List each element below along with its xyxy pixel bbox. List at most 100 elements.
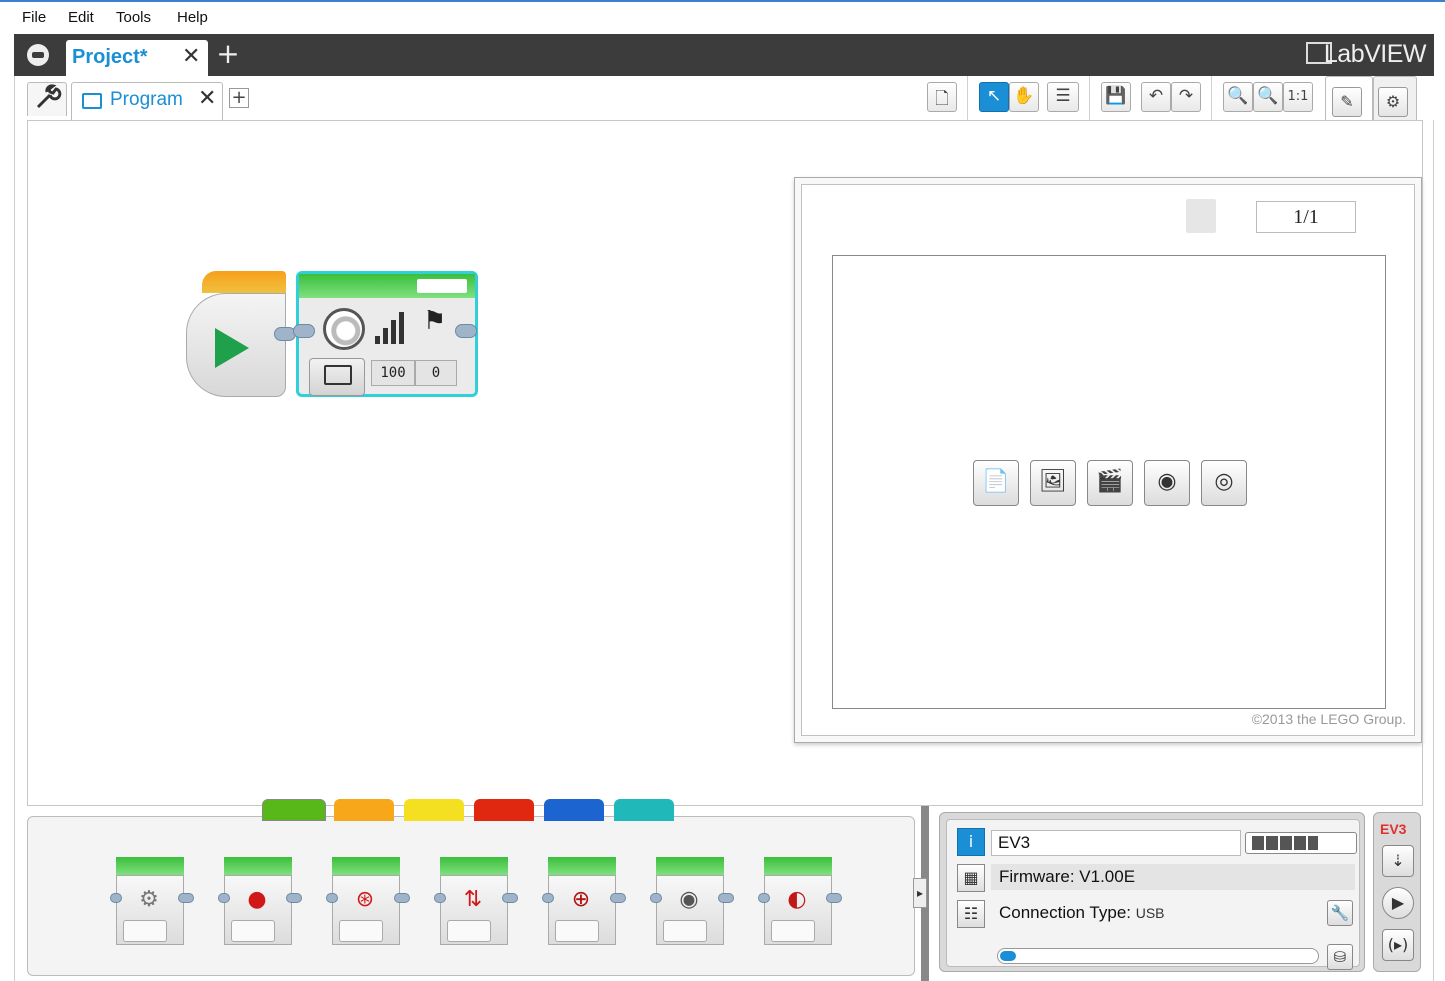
battery-indicator <box>1245 832 1357 854</box>
start-block[interactable] <box>186 271 296 397</box>
program-tab-row: Program ✕ + 🗋 ↖ ✋ ☰ 💾 ↶ ↷ 🔍 🔍 1:1 ✎ ⚙ <box>15 76 1435 120</box>
toolbar-divider <box>1211 76 1212 120</box>
insert-sound-button[interactable]: ◉ <box>1144 460 1190 506</box>
connection-type: Connection Type: USB <box>991 900 1355 926</box>
memory-bar <box>997 948 1319 964</box>
pan-hand-icon: ✋ <box>1013 86 1035 106</box>
collapse-arrow-icon[interactable]: ▸ <box>913 878 927 908</box>
sound-block-header <box>299 274 475 298</box>
sequence-input-connector[interactable] <box>293 324 315 338</box>
tab-project[interactable]: Project* ✕ <box>66 40 208 76</box>
tab-edit-panel[interactable]: ✎ <box>1325 76 1373 120</box>
zoom-reset-label: 1:1 <box>1287 89 1309 104</box>
palette-tab-flow[interactable] <box>334 799 394 821</box>
palette-tab-sensor[interactable] <box>404 799 464 821</box>
display-block[interactable]: ⊕ <box>542 857 626 947</box>
insert-video-button[interactable]: 🎬 <box>1087 460 1133 506</box>
tab-program[interactable]: Program ✕ <box>71 82 223 120</box>
large-motor-block[interactable]: ● <box>218 857 302 947</box>
pan-button[interactable]: ✋ <box>1009 82 1039 112</box>
status-light-icon: ◐ <box>787 887 807 912</box>
program-icon <box>82 93 102 109</box>
app-window: File Edit Tools Help Project* ✕ + LabVIE… <box>0 0 1445 981</box>
menu-edit[interactable]: Edit <box>68 9 94 26</box>
move-steering-block[interactable]: ⊛ <box>326 857 410 947</box>
sound-file-selector[interactable] <box>309 358 365 396</box>
pointer-button[interactable]: ↖ <box>979 82 1009 112</box>
menu-bar: File Edit Tools Help <box>0 0 1445 34</box>
content-area[interactable]: 📄 🖼 🎬 ◉ ◎ <box>832 255 1386 709</box>
hardware-info: i ▦ ☷ EV3 Firmware: V1.00E Connection Ty… <box>946 819 1360 970</box>
brick-name-field[interactable]: EV3 <box>991 830 1241 856</box>
speaker-icon: ◉ <box>679 887 699 912</box>
add-program-button[interactable]: + <box>229 88 249 108</box>
palette-tab-myblocks[interactable] <box>614 799 674 821</box>
zoom-reset-button[interactable]: 1:1 <box>1283 82 1313 112</box>
close-program-icon[interactable]: ✕ <box>198 86 216 111</box>
port-view-icon[interactable]: ▦ <box>957 864 985 892</box>
palette-tab-advanced[interactable] <box>544 799 604 821</box>
palette-tab-data[interactable] <box>474 799 534 821</box>
add-project-button[interactable]: + <box>214 40 242 70</box>
page-thumbnail-icon[interactable] <box>1186 199 1216 233</box>
block-palette: ⚙ ● ⊛ ⇅ ⊕ ◉ ◐ <box>27 799 915 976</box>
memory-browser-icon[interactable]: ⛁ <box>1327 944 1353 970</box>
redo-button[interactable]: ↷ <box>1171 82 1201 112</box>
close-project-icon[interactable]: ✕ <box>182 44 200 69</box>
programming-canvas[interactable]: ⚑ 100 0 1/1 📄 🖼 🎬 ◉ ◎ ©2013 the LEGO Gro… <box>27 120 1423 806</box>
sound-block[interactable]: ⚑ 100 0 <box>293 271 478 397</box>
brick-info-icon[interactable]: i <box>957 828 985 856</box>
tab-settings-panel[interactable]: ⚙ <box>1373 76 1417 120</box>
menu-help[interactable]: Help <box>177 9 208 26</box>
undo-button[interactable]: ↶ <box>1141 82 1171 112</box>
brick-status-light-block[interactable]: ◐ <box>758 857 842 947</box>
download-button[interactable]: ⇣ <box>1382 845 1414 877</box>
wrench-icon <box>36 84 62 109</box>
medium-motor-block[interactable]: ⚙ <box>110 857 194 947</box>
volume-input[interactable]: 100 <box>371 360 415 386</box>
toolbar-divider <box>1089 76 1090 120</box>
ev3-label: EV3 <box>1380 821 1407 837</box>
memory-bar-fill <box>1000 951 1016 961</box>
save-button[interactable]: 💾 <box>1101 82 1131 112</box>
firmware-version: Firmware: V1.00E <box>991 864 1355 890</box>
insert-camera-button[interactable]: ◎ <box>1201 460 1247 506</box>
project-properties-tab[interactable] <box>27 82 67 116</box>
brick-settings-wrench-icon[interactable]: 🔧 <box>1327 900 1353 926</box>
menu-file[interactable]: File <box>22 9 46 26</box>
play-type-input[interactable]: 0 <box>415 360 457 386</box>
comment-button[interactable]: ☰ <box>1047 82 1079 112</box>
comment-icon: ☰ <box>1055 86 1071 106</box>
palette-tab-action[interactable] <box>262 799 326 821</box>
steering-wheel-icon: ⊛ <box>355 887 375 912</box>
sequence-output-connector[interactable] <box>455 324 477 338</box>
program-tab-label: Program <box>110 89 183 110</box>
settings-tab-icon: ⚙ <box>1378 87 1408 117</box>
home-icon[interactable] <box>20 40 56 70</box>
menu-tools[interactable]: Tools <box>116 9 151 26</box>
insert-text-button[interactable]: 📄 <box>973 460 1019 506</box>
project-bar: Project* ✕ + LabVIEW <box>14 34 1434 76</box>
sound-icon: ◉ <box>1157 469 1177 494</box>
zoom-in-button[interactable]: 🔍 <box>1253 82 1283 112</box>
content-editor-page: 1/1 📄 🖼 🎬 ◉ ◎ ©2013 the LEGO Group. <box>801 184 1415 736</box>
run-selected-button[interactable]: (▸) <box>1382 929 1414 961</box>
insert-image-button[interactable]: 🖼 <box>1030 460 1076 506</box>
page-indicator[interactable]: 1/1 <box>1256 201 1356 233</box>
move-tank-block[interactable]: ⇅ <box>434 857 518 947</box>
content-editor-button[interactable]: 🗋 <box>927 82 957 112</box>
content-editor-panel: 1/1 📄 🖼 🎬 ◉ ◎ ©2013 the LEGO Group. <box>794 177 1422 743</box>
block-comment-field[interactable] <box>417 279 467 293</box>
toolbar-divider <box>967 76 968 120</box>
video-clapper-icon: 🎬 <box>1096 469 1124 494</box>
available-bricks-icon[interactable]: ☷ <box>957 900 985 928</box>
medium-motor-icon: ⚙ <box>139 887 159 912</box>
download-and-run-button[interactable]: ▶ <box>1382 887 1414 919</box>
project-tab-label: Project* <box>72 46 148 68</box>
undo-icon: ↶ <box>1148 86 1164 106</box>
checkered-flag-icon: ⚑ <box>423 306 447 336</box>
labview-brand-text: LabVIEW <box>1323 40 1427 68</box>
hardware-page-splitter[interactable]: ▸ <box>913 806 929 981</box>
zoom-out-button[interactable]: 🔍 <box>1223 82 1253 112</box>
sound-palette-block[interactable]: ◉ <box>650 857 734 947</box>
